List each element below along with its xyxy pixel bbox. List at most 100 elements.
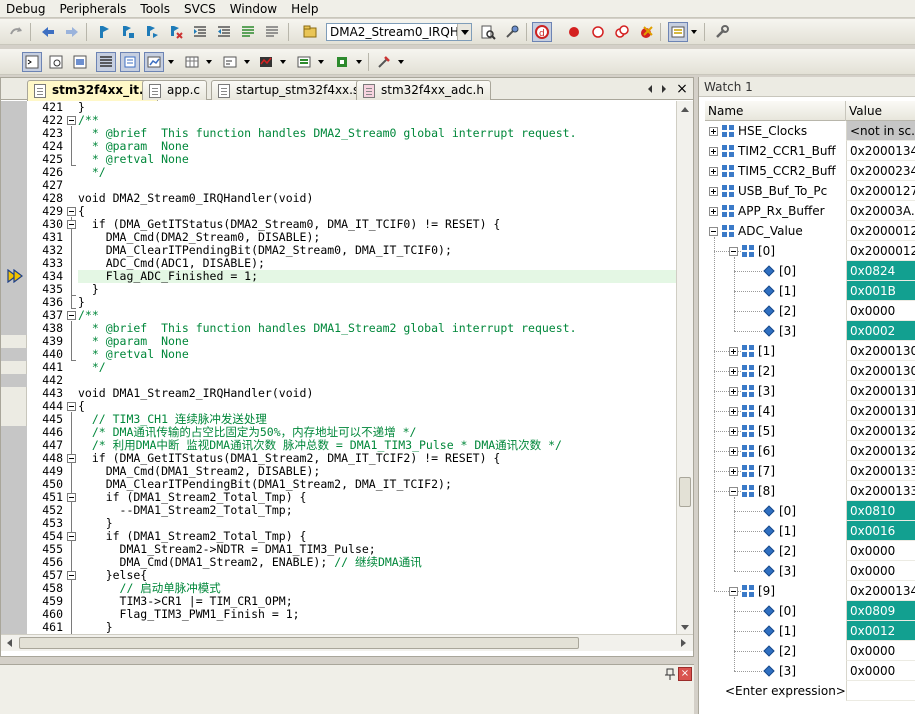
function-combo[interactable]: DMA2_Stream0_IRQHandl bbox=[326, 23, 472, 41]
bookmark-prev-icon[interactable] bbox=[118, 22, 138, 42]
tab-scroll-right-icon[interactable] bbox=[657, 82, 671, 96]
chevron-down-icon[interactable] bbox=[280, 60, 286, 67]
enter-expression-row[interactable]: <Enter expression> bbox=[705, 681, 915, 701]
watch-value[interactable]: 0x2000234... bbox=[846, 161, 915, 181]
tab-stm32f4xx-adc-h[interactable]: stm32f4xx_adc.h bbox=[356, 80, 491, 100]
expand-icon[interactable] bbox=[729, 447, 738, 456]
find-icon[interactable] bbox=[478, 22, 498, 42]
watch-row[interactable]: [3] 0x0000 bbox=[705, 661, 915, 681]
watch-row[interactable]: [0] 0x0810 bbox=[705, 501, 915, 521]
watch-value[interactable]: 0x20001330 bbox=[846, 461, 915, 481]
chevron-down-icon[interactable] bbox=[398, 60, 404, 67]
bookmark-next-icon[interactable] bbox=[142, 22, 162, 42]
watch-row[interactable]: [0] 0x0824 bbox=[705, 261, 915, 281]
redo-icon[interactable] bbox=[6, 22, 26, 42]
watch-value[interactable]: 0x0000 bbox=[846, 561, 915, 581]
watch-value[interactable]: 0x20001308 bbox=[846, 361, 915, 381]
watch-row[interactable]: [9] 0x20001340 bbox=[705, 581, 915, 601]
watch-value[interactable]: 0x20001320 bbox=[846, 421, 915, 441]
unindent-icon[interactable] bbox=[214, 22, 234, 42]
debug-session-icon[interactable]: d bbox=[532, 22, 552, 42]
comment-icon[interactable] bbox=[238, 22, 258, 42]
code-line[interactable]: } bbox=[78, 621, 676, 634]
watch-value[interactable]: 0x2000127... bbox=[846, 181, 915, 201]
watch-value[interactable]: 0x0824 bbox=[846, 261, 915, 281]
bookmark-toggle-icon[interactable] bbox=[94, 22, 114, 42]
fold-toggle-icon[interactable] bbox=[67, 532, 76, 541]
tab-startup-stm32f4xx-s[interactable]: startup_stm32f4xx.s bbox=[211, 80, 367, 100]
fold-toggle-icon[interactable] bbox=[67, 220, 76, 229]
watch-row[interactable]: [4] 0x20001318 bbox=[705, 401, 915, 421]
watch-row[interactable]: [1] 0x001B bbox=[705, 281, 915, 301]
fold-toggle-icon[interactable] bbox=[67, 116, 76, 125]
scroll-right-icon[interactable] bbox=[681, 639, 690, 647]
code-line[interactable]: } bbox=[78, 296, 676, 309]
fold-toggle-icon[interactable] bbox=[67, 493, 76, 502]
expand-icon[interactable] bbox=[709, 207, 718, 216]
collapse-icon[interactable] bbox=[709, 227, 718, 236]
menu-svcs[interactable]: SVCS bbox=[178, 0, 224, 18]
watch-row[interactable]: [8] 0x20001338 bbox=[705, 481, 915, 501]
expand-icon[interactable] bbox=[729, 367, 738, 376]
watch-value[interactable]: 0x20001328 bbox=[846, 441, 915, 461]
watch-value[interactable]: 0x0016 bbox=[846, 521, 915, 541]
expand-icon[interactable] bbox=[729, 387, 738, 396]
chevron-down-icon[interactable] bbox=[206, 60, 212, 67]
menu-window[interactable]: Window bbox=[224, 0, 285, 18]
watch-row[interactable]: [1] 0x20001300 bbox=[705, 341, 915, 361]
incremental-find-icon[interactable] bbox=[502, 22, 522, 42]
watch-value[interactable]: 0x0000 bbox=[846, 641, 915, 661]
expand-icon[interactable] bbox=[729, 407, 738, 416]
pin-icon[interactable] bbox=[664, 668, 676, 680]
watch-value[interactable]: 0x0000 bbox=[846, 541, 915, 561]
close-icon[interactable]: × bbox=[675, 82, 689, 96]
fold-toggle-icon[interactable] bbox=[67, 402, 76, 411]
scroll-down-icon[interactable] bbox=[681, 625, 689, 634]
code-line[interactable]: * @retval None bbox=[78, 348, 676, 361]
watch-row[interactable]: [0] 0x0809 bbox=[705, 601, 915, 621]
trace-window-icon[interactable] bbox=[294, 52, 314, 72]
watch-row[interactable]: APP_Rx_Buffer 0x20003A... bbox=[705, 201, 915, 221]
bookmark-clear-icon[interactable] bbox=[166, 22, 186, 42]
code-line[interactable]: void DMA2_Stream0_IRQHandler(void) bbox=[78, 192, 676, 205]
watch-row[interactable]: HSE_Clocks <not in sc... bbox=[705, 121, 915, 141]
watch-row[interactable]: [3] 0x0002 bbox=[705, 321, 915, 341]
expand-icon[interactable] bbox=[709, 187, 718, 196]
menu-help[interactable]: Help bbox=[285, 0, 326, 18]
scrollbar-thumb[interactable] bbox=[19, 637, 579, 649]
watch-row[interactable]: TIM5_CCR2_Buff 0x2000234... bbox=[705, 161, 915, 181]
tab-app-c[interactable]: app.c bbox=[142, 80, 207, 100]
column-header-value[interactable]: Value bbox=[846, 101, 915, 121]
memory-window-icon[interactable] bbox=[182, 52, 202, 72]
insert-breakpoint-icon[interactable] bbox=[564, 22, 584, 42]
chevron-down-icon[interactable] bbox=[691, 30, 697, 37]
watch-value[interactable]: 0x0000 bbox=[846, 661, 915, 681]
collapse-icon[interactable] bbox=[729, 487, 738, 496]
watch-row[interactable]: ADC_Value 0x2000012F... bbox=[705, 221, 915, 241]
menu-peripherals[interactable]: Peripherals bbox=[53, 0, 134, 18]
vertical-scrollbar[interactable] bbox=[676, 101, 693, 634]
chevron-down-icon[interactable] bbox=[168, 60, 174, 67]
chevron-down-icon[interactable] bbox=[318, 60, 324, 67]
menu-debug[interactable]: Debug bbox=[0, 0, 53, 18]
fold-toggle-icon[interactable] bbox=[67, 311, 76, 320]
watch-value[interactable]: 0x20001310 bbox=[846, 381, 915, 401]
fold-toggle-icon[interactable] bbox=[67, 571, 76, 580]
code-line[interactable]: Flag_TIM3_PWM1_Finish = 1; bbox=[78, 608, 676, 621]
watch-value[interactable]: 0x2000012F... bbox=[846, 221, 915, 241]
code-line[interactable]: DMA_Cmd(DMA1_Stream2, ENABLE); // 继续DMA通… bbox=[78, 556, 676, 569]
watch-value[interactable]: 0x2000012F... bbox=[846, 241, 915, 261]
watch-value[interactable]: 0x20001300 bbox=[846, 341, 915, 361]
watch-row[interactable]: [2] 0x20001308 bbox=[705, 361, 915, 381]
watch-row[interactable]: [2] 0x0000 bbox=[705, 541, 915, 561]
configure-icon[interactable] bbox=[712, 22, 732, 42]
code-line[interactable]: void DMA1_Stream2_IRQHandler(void) bbox=[78, 387, 676, 400]
code-line[interactable]: */ bbox=[78, 361, 676, 374]
back-arrow-icon[interactable] bbox=[38, 22, 58, 42]
watch-row[interactable]: [5] 0x20001320 bbox=[705, 421, 915, 441]
command-window-icon[interactable] bbox=[22, 52, 42, 72]
expand-icon[interactable] bbox=[729, 347, 738, 356]
fold-toggle-icon[interactable] bbox=[67, 207, 76, 216]
system-viewer-icon[interactable] bbox=[332, 52, 352, 72]
watch-row[interactable]: [3] 0x0000 bbox=[705, 561, 915, 581]
